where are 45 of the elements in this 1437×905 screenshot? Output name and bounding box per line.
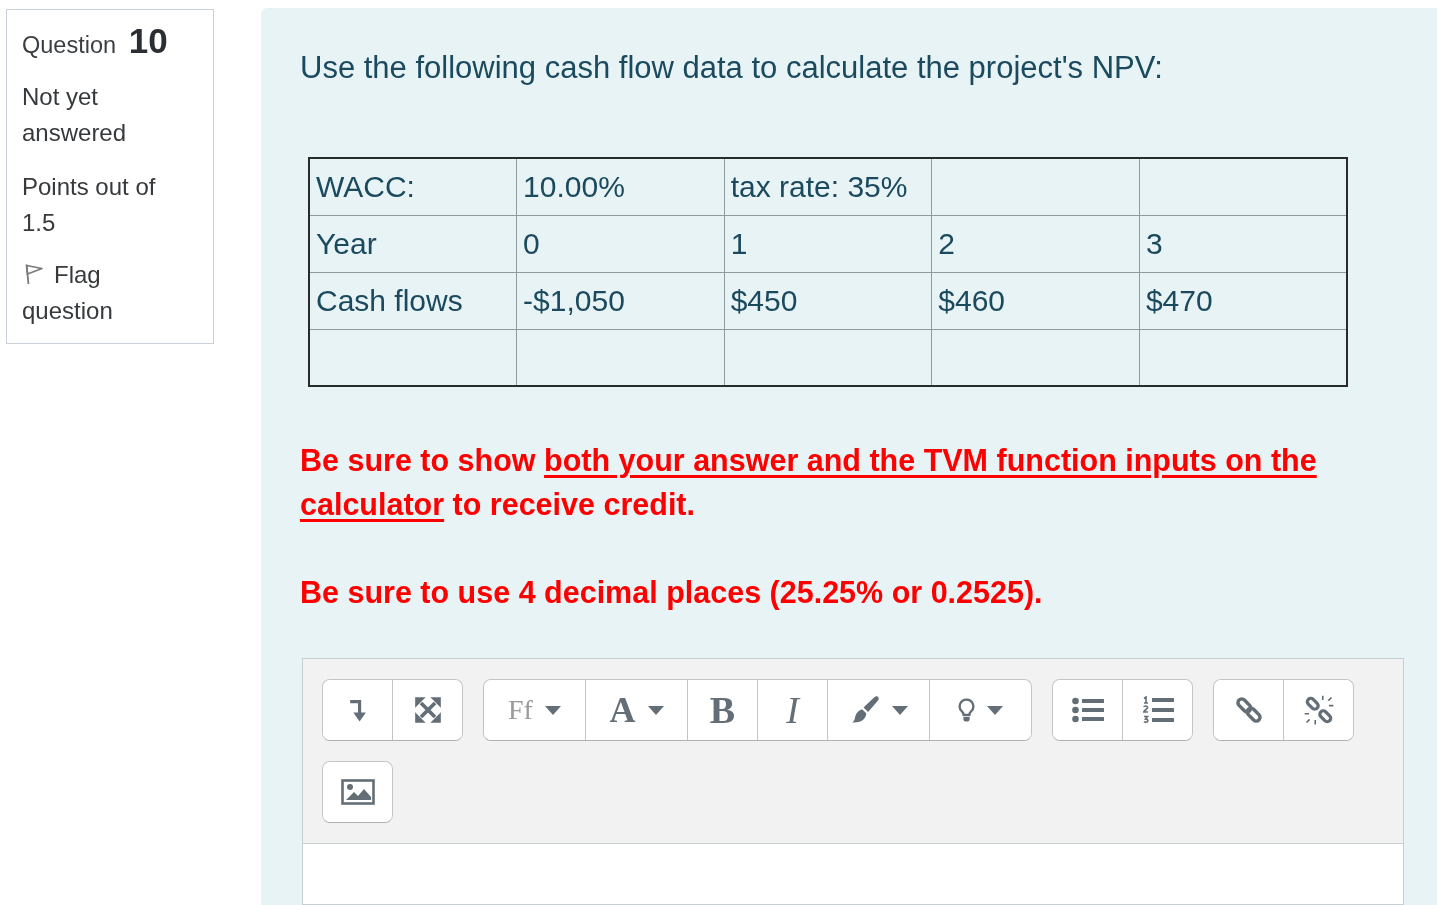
caret-icon	[544, 705, 561, 715]
table-cell: tax rate: 35%	[724, 158, 932, 215]
paintbrush-button[interactable]	[827, 680, 929, 740]
table-cell: $450	[724, 272, 932, 329]
turn-arrow-button[interactable]	[323, 680, 392, 740]
caret-icon	[647, 705, 664, 715]
question-text: Use the following cash flow data to calculate the project's NPV:	[300, 49, 1164, 87]
unlink-button[interactable]	[1283, 680, 1353, 740]
font-button[interactable]: Ff	[484, 680, 585, 740]
table-cell: Year	[309, 215, 517, 272]
table-cell: WACC:	[309, 158, 517, 215]
expand-button[interactable]	[392, 680, 462, 740]
table-cell: $460	[931, 272, 1140, 329]
table-cell: 10.00%	[516, 158, 725, 215]
table-cell: Cash flows	[309, 272, 517, 329]
image-button[interactable]	[323, 762, 392, 822]
bulleted-list-icon	[1071, 697, 1104, 723]
italic-button[interactable]: I	[757, 680, 827, 740]
expand-icon	[413, 696, 442, 724]
numbered-list-icon	[1141, 696, 1174, 724]
table-cell: 0	[516, 215, 725, 272]
lightbulb-button[interactable]	[929, 680, 1031, 740]
numbered-list-button[interactable]	[1122, 680, 1192, 740]
points-text: Points out of 1.5	[22, 172, 157, 238]
instruction-note: Be sure to use 4 decimal places (25.25% or 0.2525).	[300, 574, 1044, 612]
lightbulb-icon	[958, 697, 975, 723]
table-cell: 2	[931, 215, 1140, 272]
caret-icon	[891, 705, 908, 715]
broken-link-icon	[1303, 695, 1334, 725]
flag-question-link[interactable]: Flag question	[22, 257, 183, 329]
link-button[interactable]	[1214, 680, 1283, 740]
bold-button[interactable]: B	[687, 680, 757, 740]
caret-icon	[987, 705, 1003, 715]
paintbrush-icon	[849, 695, 880, 725]
question-number: 10	[128, 21, 168, 60]
table-cell: 1	[724, 215, 932, 272]
question-label: Question	[22, 32, 117, 58]
turn-down-arrow-icon	[349, 698, 366, 722]
text-style-button[interactable]: A	[585, 680, 687, 740]
answer-status: Not yet answered	[22, 82, 128, 148]
link-icon	[1233, 695, 1264, 725]
bulleted-list-button[interactable]	[1053, 680, 1122, 740]
instruction-note: Be sure to show both your answer and the TVM function inputs on the calculator to receive credit.	[300, 442, 1318, 523]
table-cell: -$1,050	[516, 272, 725, 329]
image-icon	[340, 779, 375, 805]
